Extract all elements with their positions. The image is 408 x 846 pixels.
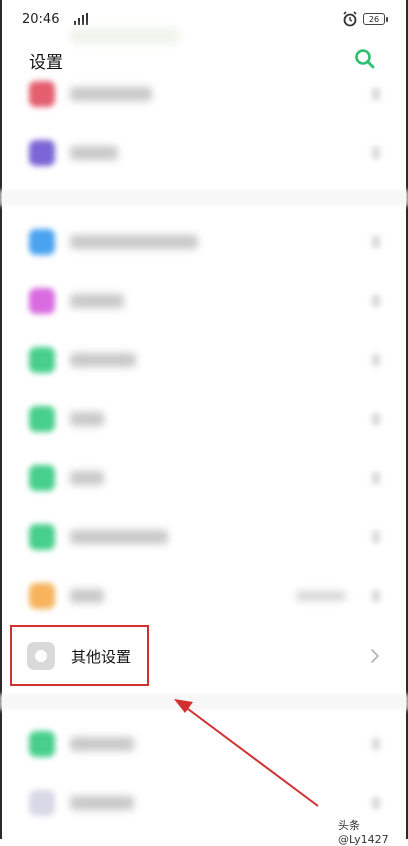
section-divider <box>0 694 408 710</box>
chevron-right-icon <box>372 472 380 484</box>
blurred-label <box>70 412 104 426</box>
status-time: 20:46 <box>22 12 60 27</box>
chevron-right-icon <box>371 649 379 663</box>
list-item-blurred[interactable] <box>0 574 408 622</box>
blurred-app-icon <box>29 524 55 550</box>
chevron-right-icon <box>372 531 380 543</box>
chevron-right-icon <box>372 147 380 159</box>
blurred-app-icon <box>29 347 55 373</box>
list-item-blurred[interactable] <box>0 722 408 770</box>
chevron-right-icon <box>372 738 380 750</box>
battery-icon: 26 <box>363 13 388 25</box>
blurred-label <box>70 294 124 308</box>
section-divider <box>0 190 408 206</box>
blurred-label <box>70 589 104 603</box>
blurred-app-icon <box>29 81 55 107</box>
blurred-app-icon <box>29 406 55 432</box>
blurred-label <box>70 87 152 101</box>
blurred-app-icon <box>29 583 55 609</box>
chevron-right-icon <box>372 797 380 809</box>
blurred-app-icon <box>29 229 55 255</box>
blurred-label <box>70 796 134 810</box>
blurred-label <box>70 235 198 249</box>
list-item-blurred[interactable] <box>0 279 408 327</box>
chevron-right-icon <box>372 236 380 248</box>
blurred-label <box>70 737 134 751</box>
blurred-label <box>70 146 118 160</box>
signal-icon <box>74 13 88 25</box>
list-item-blurred[interactable] <box>0 72 408 120</box>
chevron-right-icon <box>372 295 380 307</box>
chevron-right-icon <box>372 590 380 602</box>
status-bar: 20:46 26 <box>0 0 408 40</box>
list-item-blurred[interactable] <box>0 131 408 179</box>
battery-level: 26 <box>368 15 380 24</box>
chevron-right-icon <box>372 354 380 366</box>
list-item-blurred[interactable] <box>0 397 408 445</box>
page-title: 设置 <box>29 53 63 73</box>
annotation-highlight-box <box>10 625 149 686</box>
search-icon[interactable] <box>352 46 378 72</box>
blurred-app-icon <box>29 465 55 491</box>
alarm-icon <box>343 11 357 27</box>
blurred-app-icon <box>29 288 55 314</box>
blurred-value <box>296 591 346 601</box>
watermark: 头条 @Ly1427 <box>338 819 389 846</box>
chevron-right-icon <box>372 88 380 100</box>
blurred-label <box>70 530 168 544</box>
blurred-label <box>70 471 104 485</box>
blurred-label <box>70 353 136 367</box>
blurred-app-icon <box>29 731 55 757</box>
list-item-blurred[interactable] <box>0 338 408 386</box>
blurred-app-icon <box>29 790 55 816</box>
list-item-blurred[interactable] <box>0 456 408 504</box>
chevron-right-icon <box>372 413 380 425</box>
list-item-blurred[interactable] <box>0 515 408 563</box>
blurred-app-icon <box>29 140 55 166</box>
list-item-blurred[interactable] <box>0 220 408 268</box>
